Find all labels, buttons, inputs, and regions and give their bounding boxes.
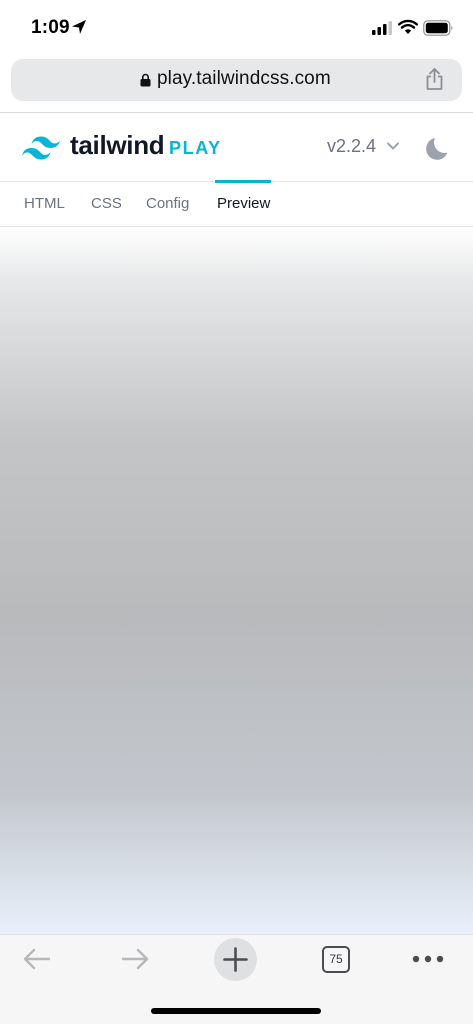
tab-html[interactable]: HTML [24, 195, 65, 212]
chevron-down-icon[interactable] [386, 140, 400, 152]
lock-icon [140, 73, 151, 87]
brand-name: tailwind [70, 130, 165, 160]
wifi-icon [398, 19, 418, 34]
plus-icon [223, 947, 248, 972]
tab-preview[interactable]: Preview [217, 195, 270, 212]
location-arrow-icon [72, 20, 86, 34]
status-bar: 1:09 [0, 0, 473, 56]
home-indicator[interactable] [151, 1008, 321, 1014]
moon-icon[interactable] [424, 134, 450, 160]
active-tab-indicator [215, 180, 271, 183]
more-icon[interactable] [411, 953, 445, 965]
tab-css[interactable]: CSS [91, 195, 122, 212]
tab-config[interactable]: Config [146, 195, 189, 212]
cellular-signal-icon [372, 21, 392, 35]
brand-suffix: PLAY [169, 138, 222, 158]
tailwind-logo-icon[interactable] [22, 136, 60, 160]
url-text[interactable]: play.tailwindcss.com [157, 68, 331, 90]
new-tab-button[interactable] [214, 938, 257, 981]
back-arrow-icon[interactable] [21, 945, 53, 973]
share-icon[interactable] [424, 67, 445, 91]
version-select[interactable]: v2.2.4 [327, 136, 376, 157]
battery-icon [423, 20, 453, 36]
tabs-button[interactable]: 75 [322, 946, 350, 973]
forward-arrow-icon[interactable] [119, 945, 151, 973]
status-time: 1:09 [31, 17, 70, 38]
preview-pane[interactable] [0, 227, 473, 934]
